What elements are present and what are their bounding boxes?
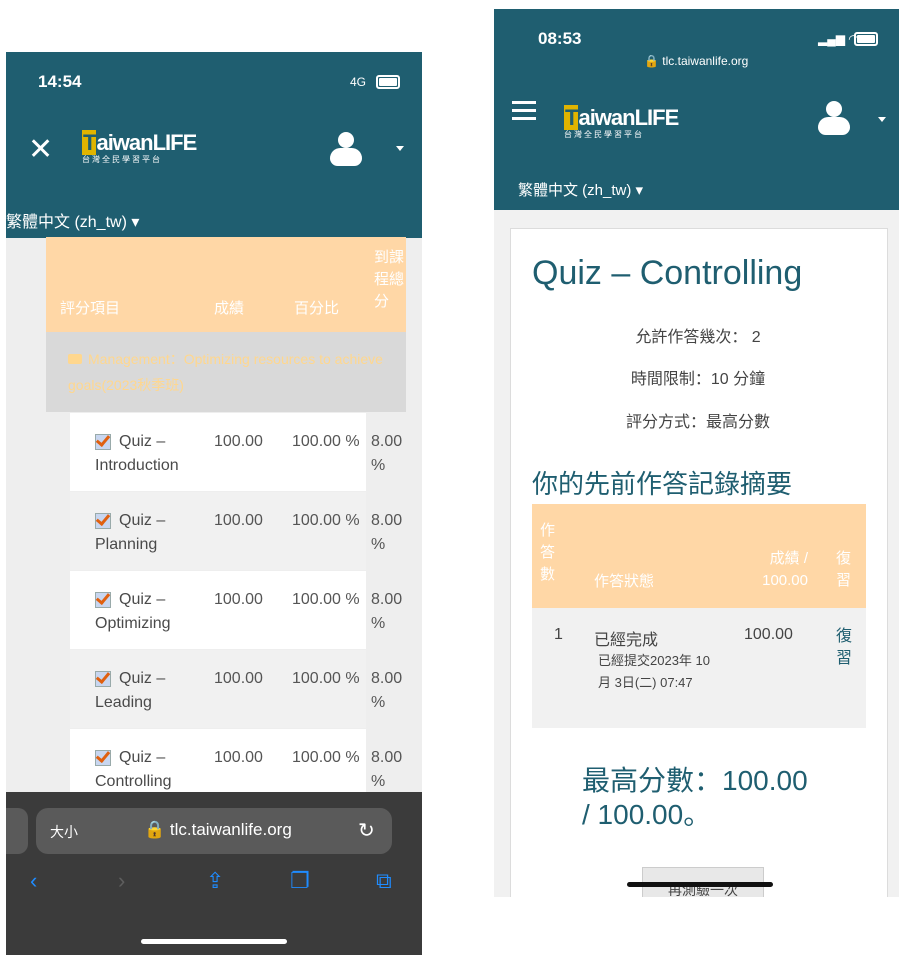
language-selector[interactable]: 繁體中文 (zh_tw) ▾ bbox=[518, 179, 643, 200]
home-indicator bbox=[627, 882, 773, 887]
url-text: 🔒 tlc.taiwanlife.org bbox=[644, 54, 749, 68]
summary-table-header: 作答數 作答狀態 成績 / 100.00 復習 bbox=[532, 504, 866, 608]
course-total-value: 8.00 % bbox=[371, 670, 403, 711]
user-menu-caret-icon[interactable] bbox=[396, 146, 404, 151]
header-course-total: 到課程總分 bbox=[374, 249, 405, 310]
safari-toolbar: 大小 🔒 tlc.taiwanlife.org ↻ ‹ › ⇪ ❐ ⧉ bbox=[6, 792, 422, 955]
course-total-value: 8.00 % bbox=[371, 433, 403, 474]
review-link[interactable]: 復習 bbox=[836, 626, 852, 670]
highest-grade: 最高分數：100.00 / 100.00。 bbox=[582, 765, 808, 830]
attempt-submitted: 已經提交2023年 10月 3日(二) 07:47 bbox=[598, 653, 710, 690]
close-icon[interactable]: ✕ bbox=[28, 132, 53, 167]
logo-wordmark: TaiwanLIFE bbox=[82, 130, 197, 155]
quiz-link[interactable]: Quiz – Planning bbox=[95, 509, 195, 557]
header-grade: 成績 bbox=[214, 300, 245, 317]
user-menu-caret-icon[interactable] bbox=[878, 117, 886, 122]
battery-icon bbox=[854, 32, 878, 46]
quiz-link[interactable]: Quiz – Controlling bbox=[95, 746, 195, 794]
reload-icon[interactable]: ↻ bbox=[358, 818, 375, 843]
category-name: Management：Optimizing resources to achie… bbox=[68, 351, 383, 393]
percent-value: 100.00 % bbox=[292, 591, 360, 608]
grade-value: 100.00 bbox=[214, 591, 263, 608]
grading-method: 評分方式：最高分數 bbox=[625, 414, 770, 431]
attempt-number: 1 bbox=[554, 626, 563, 643]
header-review: 復習 bbox=[836, 550, 852, 589]
app-header: 08:53 ▂▄▆ ◠ 🔒 tlc.taiwanlife.org TaiwanL… bbox=[494, 9, 899, 210]
table-row: Quiz – Leading 100.00 100.00 % 8.00 % bbox=[70, 650, 402, 728]
percent-value: 100.00 % bbox=[292, 670, 360, 687]
header-item: 評分項目 bbox=[60, 300, 121, 317]
prev-tab-pill[interactable] bbox=[6, 808, 28, 854]
attempt-grade: 100.00 bbox=[744, 626, 793, 643]
bookmarks-icon[interactable]: ❐ bbox=[290, 868, 310, 894]
percent-value: 100.00 % bbox=[292, 512, 360, 529]
grade-value: 100.00 bbox=[214, 512, 263, 529]
forward-icon: › bbox=[118, 868, 126, 893]
language-selector[interactable]: 繁體中文 (zh_tw) ▾ bbox=[6, 208, 139, 232]
status-time: 08:53 bbox=[538, 29, 582, 48]
grade-table-header: 評分項目 成績 百分比 到課程總分 bbox=[46, 237, 406, 332]
user-avatar-icon[interactable] bbox=[816, 101, 852, 137]
header-attempt: 作答數 bbox=[540, 522, 556, 583]
percent-value: 100.00 % bbox=[292, 433, 360, 450]
table-row: Quiz – Optimizing 100.00 100.00 % 8.00 % bbox=[70, 571, 402, 649]
right-phone-screen: 08:53 ▂▄▆ ◠ 🔒 tlc.taiwanlife.org TaiwanL… bbox=[494, 9, 899, 897]
grade-value: 100.00 bbox=[214, 749, 263, 766]
table-row: Quiz – Planning 100.00 100.00 % 8.00 % bbox=[70, 492, 402, 570]
site-logo[interactable]: TaiwanLIFE 台灣全民學習平台 bbox=[564, 105, 679, 140]
folder-icon bbox=[68, 354, 82, 364]
grade-category: Management：Optimizing resources to achie… bbox=[46, 332, 406, 412]
logo-wordmark: TaiwanLIFE bbox=[564, 105, 679, 130]
home-indicator bbox=[141, 939, 287, 944]
share-icon[interactable]: ⇪ bbox=[206, 868, 224, 894]
user-avatar-icon[interactable] bbox=[328, 132, 364, 168]
left-phone-screen: 14:54 4G ✕ TaiwanLIFE 台灣全民學習平台 繁體中文 (zh_… bbox=[6, 52, 422, 955]
language-label: 繁體中文 (zh_tw) bbox=[6, 214, 127, 231]
header-percent: 百分比 bbox=[294, 300, 340, 317]
language-label: 繁體中文 (zh_tw) bbox=[518, 182, 632, 199]
table-row: 1 已經完成 已經提交2023年 10月 3日(二) 07:47 100.00 … bbox=[532, 608, 866, 728]
course-total-value: 8.00 % bbox=[371, 749, 403, 790]
url-text: 🔒 tlc.taiwanlife.org bbox=[144, 820, 292, 839]
time-limit: 時間限制：10 分鐘 bbox=[630, 371, 766, 388]
attempt-state: 已經完成 bbox=[594, 632, 659, 649]
page-title: Quiz – Controlling bbox=[532, 254, 803, 292]
logo-tagline: 台灣全民學習平台 bbox=[564, 130, 644, 139]
quiz-link[interactable]: Quiz – Leading bbox=[95, 667, 195, 715]
header-state: 作答狀態 bbox=[594, 573, 655, 590]
summary-heading: 你的先前作答記錄摘要 bbox=[532, 469, 793, 499]
course-total-value: 8.00 % bbox=[371, 512, 403, 553]
hamburger-menu-icon[interactable] bbox=[512, 101, 536, 104]
app-header: ✕ TaiwanLIFE 台灣全民學習平台 繁體中文 (zh_tw) ▾ bbox=[6, 110, 422, 238]
tabs-icon[interactable]: ⧉ bbox=[376, 868, 392, 894]
status-time: 14:54 bbox=[38, 72, 82, 91]
network-indicator: 4G bbox=[350, 75, 367, 89]
table-row: Quiz – Introduction 100.00 100.00 % 8.00… bbox=[70, 413, 402, 491]
logo-tagline: 台灣全民學習平台 bbox=[82, 155, 162, 164]
site-logo[interactable]: TaiwanLIFE 台灣全民學習平台 bbox=[82, 130, 197, 165]
text-size-button[interactable]: 大小 bbox=[50, 822, 78, 842]
course-total-value: 8.00 % bbox=[371, 591, 403, 632]
back-icon[interactable]: ‹ bbox=[30, 868, 37, 894]
battery-icon bbox=[376, 75, 400, 89]
attempts-allowed: 允許作答幾次： 2 bbox=[635, 329, 761, 346]
status-bar: 14:54 4G bbox=[6, 52, 422, 110]
percent-value: 100.00 % bbox=[292, 749, 360, 766]
address-bar[interactable]: 大小 🔒 tlc.taiwanlife.org ↻ bbox=[36, 808, 392, 854]
signal-wifi-icon: ▂▄▆ ◠ bbox=[818, 32, 859, 46]
grade-value: 100.00 bbox=[214, 670, 263, 687]
grade-value: 100.00 bbox=[214, 433, 263, 450]
quiz-link[interactable]: Quiz – Introduction bbox=[95, 430, 195, 478]
quiz-link[interactable]: Quiz – Optimizing bbox=[95, 588, 195, 636]
header-grade: 成績 / 100.00 bbox=[762, 550, 808, 589]
